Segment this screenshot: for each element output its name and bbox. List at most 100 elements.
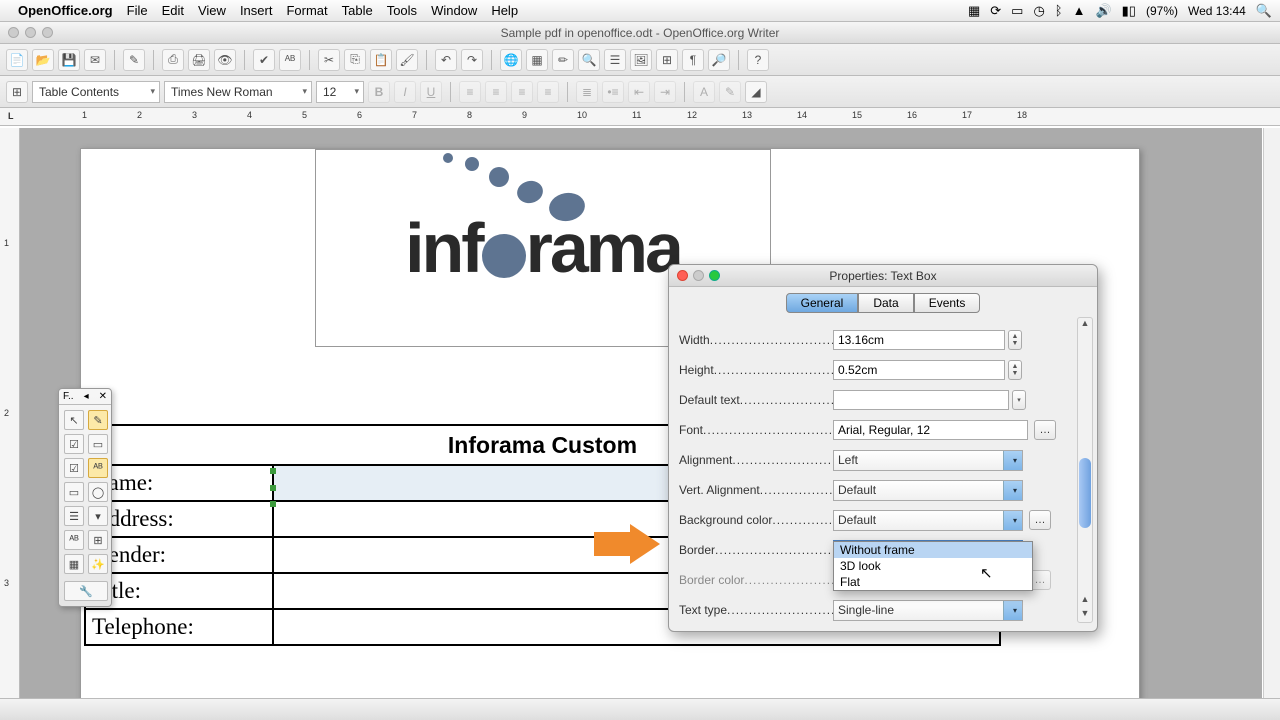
listbox-tool[interactable]: ☰ — [64, 506, 84, 526]
border-option-3d-look[interactable]: 3D look — [834, 558, 1032, 574]
dialog-scrollbar[interactable]: ▲ ▲ ▼ — [1077, 317, 1093, 623]
battery-icon[interactable]: ▮▯ — [1122, 3, 1136, 19]
horizontal-ruler[interactable]: L 123456789101112131415161718 — [0, 108, 1280, 126]
italic-button[interactable]: I — [394, 81, 416, 103]
open-button[interactable]: 📂 — [32, 49, 54, 71]
gallery-button[interactable]: 🖼 — [630, 49, 652, 71]
palette-titlebar[interactable]: F.. ◂ ✕ — [59, 389, 111, 405]
indent-dec-button[interactable]: ⇤ — [628, 81, 650, 103]
alignment-combo[interactable]: Left — [833, 450, 1023, 471]
menu-window[interactable]: Window — [431, 3, 477, 18]
highlight-button[interactable]: ✎ — [719, 81, 741, 103]
copy-button[interactable]: ⎘ — [344, 49, 366, 71]
width-input[interactable] — [833, 330, 1005, 350]
height-input[interactable] — [833, 360, 1005, 380]
help-button[interactable]: ? — [747, 49, 769, 71]
align-justify-button[interactable]: ≡ — [537, 81, 559, 103]
timemachine-icon[interactable]: ◷ — [1033, 3, 1044, 19]
dialog-min-icon[interactable] — [693, 270, 704, 281]
table-button[interactable]: ▦ — [526, 49, 548, 71]
align-left-button[interactable]: ≡ — [459, 81, 481, 103]
wifi-icon[interactable]: ▲ — [1073, 3, 1086, 18]
dialog-zoom-icon[interactable] — [709, 270, 720, 281]
bullet-list-button[interactable]: •≡ — [602, 81, 624, 103]
vertical-ruler[interactable]: 123 — [0, 128, 20, 698]
print-button[interactable]: 🖨 — [188, 49, 210, 71]
properties-dialog[interactable]: Properties: Text Box General Data Events… — [668, 264, 1098, 632]
styles-button[interactable]: ⊞ — [6, 81, 28, 103]
combobox-tool[interactable]: ▾ — [88, 506, 108, 526]
form-design-button[interactable]: ⊞ — [88, 530, 108, 550]
label-tool[interactable]: ᴬᴮ — [88, 458, 108, 478]
sync-icon[interactable]: ⟳ — [990, 3, 1001, 19]
bgcolor-button[interactable]: ◢ — [745, 81, 767, 103]
save-button[interactable]: 💾 — [58, 49, 80, 71]
numbered-list-button[interactable]: ≣ — [576, 81, 598, 103]
align-center-button[interactable]: ≡ — [485, 81, 507, 103]
volume-icon[interactable]: 🔊 — [1095, 3, 1111, 19]
bluetooth-icon[interactable]: ᛒ — [1055, 3, 1063, 18]
hyperlink-button[interactable]: 🌐 — [500, 49, 522, 71]
close-icon[interactable]: ✕ — [99, 391, 107, 402]
texttype-combo[interactable]: Single-line — [833, 600, 1023, 621]
default-text-input[interactable] — [833, 390, 1009, 410]
design-mode-button[interactable]: ✎ — [88, 410, 108, 430]
border-dropdown-popup[interactable]: Without frame 3D look Flat — [833, 541, 1033, 591]
display-icon[interactable]: ▭ — [1011, 3, 1023, 19]
option-tool[interactable]: ◯ — [88, 482, 108, 502]
bold-button[interactable]: B — [368, 81, 390, 103]
align-right-button[interactable]: ≡ — [511, 81, 533, 103]
menu-help[interactable]: Help — [491, 3, 518, 18]
format-paint-button[interactable]: 🖌 — [396, 49, 418, 71]
default-text-dropdown-icon[interactable]: ▾ — [1012, 390, 1026, 410]
new-button[interactable]: 📄 — [6, 49, 28, 71]
menu-tools[interactable]: Tools — [387, 3, 417, 18]
tab-events[interactable]: Events — [914, 293, 981, 313]
find-button[interactable]: 🔍 — [578, 49, 600, 71]
wrench-button[interactable]: 🔧 — [64, 581, 108, 601]
menu-edit[interactable]: Edit — [162, 3, 184, 18]
menu-view[interactable]: View — [198, 3, 226, 18]
border-option-without-frame[interactable]: Without frame — [834, 542, 1032, 558]
height-spinner[interactable]: ▲▼ — [1008, 360, 1022, 380]
preview-button[interactable]: 👁 — [214, 49, 236, 71]
menu-insert[interactable]: Insert — [240, 3, 273, 18]
tab-data[interactable]: Data — [858, 293, 913, 313]
border-option-flat[interactable]: Flat — [834, 574, 1032, 590]
autocheck-button[interactable]: ᴬᴮ — [279, 49, 301, 71]
zoom-button[interactable]: 🔎 — [708, 49, 730, 71]
textbox-tool[interactable]: ▭ — [88, 434, 108, 454]
wizard-button[interactable]: ✨ — [88, 554, 108, 574]
underline-button[interactable]: U — [420, 81, 442, 103]
size-combo[interactable]: 12 — [316, 81, 364, 103]
tab-general[interactable]: General — [786, 293, 859, 313]
font-combo[interactable]: Times New Roman — [164, 81, 312, 103]
menu-file[interactable]: File — [127, 3, 148, 18]
menu-format[interactable]: Format — [286, 3, 327, 18]
cut-button[interactable]: ✂ — [318, 49, 340, 71]
select-tool[interactable]: ↖ — [64, 410, 84, 430]
form-nav-button[interactable]: ▦ — [64, 554, 84, 574]
nonprint-button[interactable]: ¶ — [682, 49, 704, 71]
style-combo[interactable]: Table Contents — [32, 81, 160, 103]
dialog-close-icon[interactable] — [677, 270, 688, 281]
clock[interactable]: Wed 13:44 — [1188, 4, 1246, 18]
pushbutton-tool[interactable]: ▭ — [64, 482, 84, 502]
checkbox-tool[interactable]: ☑ — [64, 434, 84, 454]
valign-combo[interactable]: Default — [833, 480, 1023, 501]
more-controls-button[interactable]: ᴬᴮ — [64, 530, 84, 550]
email-button[interactable]: ✉ — [84, 49, 106, 71]
navigator-button[interactable]: ☰ — [604, 49, 626, 71]
chevron-icon[interactable]: ◂ — [84, 391, 89, 402]
draw-button[interactable]: ✏ — [552, 49, 574, 71]
window-traffic-lights[interactable] — [8, 27, 53, 38]
indent-inc-button[interactable]: ⇥ — [654, 81, 676, 103]
datasource-button[interactable]: ⊞ — [656, 49, 678, 71]
pdf-button[interactable]: ⎙ — [162, 49, 184, 71]
dialog-titlebar[interactable]: Properties: Text Box — [669, 265, 1097, 287]
redo-button[interactable]: ↷ — [461, 49, 483, 71]
formatted-field-tool[interactable]: ☑ — [64, 458, 84, 478]
menu-table[interactable]: Table — [342, 3, 373, 18]
font-browse-button[interactable]: … — [1034, 420, 1056, 440]
spellcheck-button[interactable]: ✔ — [253, 49, 275, 71]
